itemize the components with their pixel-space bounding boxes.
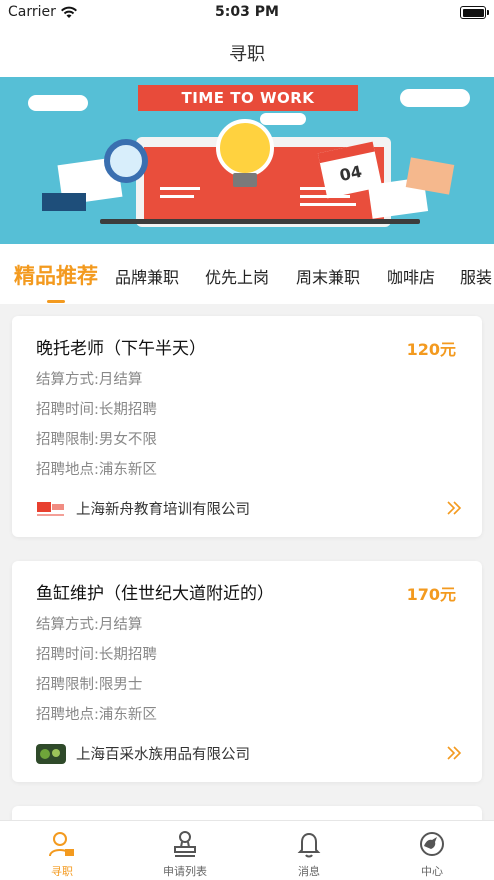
- bulb-base: [233, 173, 257, 187]
- tabbar-item-center[interactable]: 中心: [387, 829, 477, 879]
- chevron-double-right-icon[interactable]: [446, 745, 462, 766]
- bell-icon: [297, 832, 321, 858]
- tab-priority[interactable]: 优先上岗: [205, 264, 269, 288]
- tabbar-label: 中心: [421, 865, 443, 878]
- chevron-double-right-icon[interactable]: [446, 500, 462, 521]
- job-recruit-time: 招聘时间:长期招聘: [36, 402, 157, 418]
- tabbar-item-applications[interactable]: 申请列表: [140, 829, 230, 879]
- tabbar-label: 申请列表: [163, 865, 207, 878]
- banner-image[interactable]: TIME TO WORK 04: [0, 77, 494, 244]
- company-logo-icon: [36, 743, 66, 764]
- company-logo-icon: [37, 501, 64, 516]
- stamp-icon: [174, 831, 196, 857]
- job-price: 170元: [406, 585, 456, 604]
- job-settlement: 结算方式:月结算: [36, 372, 143, 388]
- tabbar-item-jobs[interactable]: 寻职: [17, 829, 107, 879]
- magnifier-icon: [104, 139, 148, 183]
- job-restriction: 招聘限制:限男士: [36, 677, 143, 693]
- cloud-shape: [400, 89, 470, 107]
- tab-active-indicator: [47, 300, 65, 303]
- lightbulb-icon: [216, 119, 274, 177]
- screen-line: [160, 195, 194, 198]
- banner-headline: TIME TO WORK: [122, 85, 374, 113]
- tab-clothing[interactable]: 服装: [460, 264, 492, 288]
- job-title: 鱼缸维护（住世纪大道附近的）: [36, 584, 274, 604]
- page-title: 寻职: [229, 44, 265, 65]
- job-location: 招聘地点:浦东新区: [36, 707, 157, 723]
- compass-icon: [420, 832, 444, 856]
- category-tabs: 精品推荐 品牌兼职 优先上岗 周末兼职 咖啡店 服装: [0, 244, 494, 304]
- company-name: 上海百采水族用品有限公司: [76, 747, 250, 763]
- bottom-tab-bar: 寻职 申请列表 消息 中心: [0, 820, 494, 880]
- tab-cafe[interactable]: 咖啡店: [387, 264, 435, 288]
- nav-bar: 寻职: [0, 26, 494, 77]
- job-title: 晚托老师（下午半天）: [36, 339, 206, 359]
- cloud-shape: [28, 95, 88, 111]
- company-name: 上海新舟教育培训有限公司: [76, 502, 250, 518]
- battery-icon: [460, 6, 489, 19]
- cloud-shape: [260, 113, 306, 125]
- job-location: 招聘地点:浦东新区: [36, 462, 157, 478]
- job-company: 上海新舟教育培训有限公司: [36, 498, 250, 519]
- desk-line: [100, 219, 420, 224]
- tabbar-label: 消息: [298, 865, 320, 878]
- person-icon: [49, 832, 74, 857]
- tab-brand[interactable]: 品牌兼职: [115, 264, 179, 288]
- tabbar-label: 寻职: [51, 865, 73, 878]
- screen-line: [300, 195, 350, 198]
- tabbar-item-messages[interactable]: 消息: [264, 829, 354, 879]
- job-card[interactable]: 晚托老师（下午半天） 120元 结算方式:月结算 招聘时间:长期招聘 招聘限制:…: [12, 316, 482, 537]
- tab-featured[interactable]: 精品推荐: [14, 260, 98, 290]
- status-time: 5:03 PM: [215, 4, 279, 20]
- job-card[interactable]: 鱼缸维护（住世纪大道附近的） 170元 结算方式:月结算 招聘时间:长期招聘 招…: [12, 561, 482, 782]
- video-icon: [42, 193, 86, 211]
- status-bar: Carrier 5:03 PM: [0, 0, 494, 26]
- job-price: 120元: [406, 340, 456, 359]
- screen-line: [160, 187, 200, 190]
- job-recruit-time: 招聘时间:长期招聘: [36, 647, 157, 663]
- job-restriction: 招聘限制:男女不限: [36, 432, 157, 448]
- screen-line: [300, 203, 356, 206]
- tab-weekend[interactable]: 周末兼职: [296, 264, 360, 288]
- job-company: 上海百采水族用品有限公司: [36, 743, 250, 764]
- job-settlement: 结算方式:月结算: [36, 617, 143, 633]
